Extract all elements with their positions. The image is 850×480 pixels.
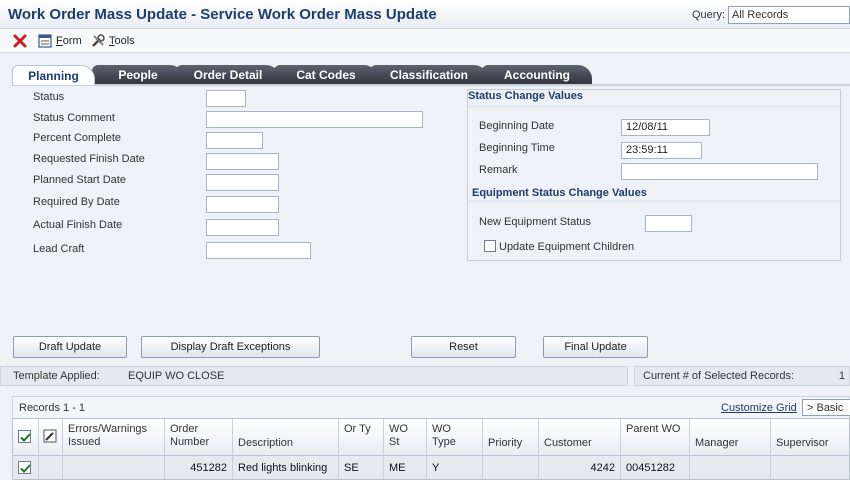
query-select[interactable]: All Records bbox=[728, 6, 850, 24]
lead-craft-label: Lead Craft bbox=[33, 243, 85, 255]
requested-finish-label: Requested Finish Date bbox=[33, 153, 145, 165]
cell-description[interactable]: Red lights blinking bbox=[233, 455, 339, 479]
close-icon bbox=[12, 33, 28, 49]
cell-order-number[interactable]: 451282 bbox=[165, 455, 233, 479]
row-select-checkbox[interactable] bbox=[18, 461, 31, 474]
selected-records-bar: Current # of Selected Records: 1 bbox=[634, 366, 850, 386]
form-menu-button[interactable]: Form bbox=[37, 33, 82, 49]
final-update-button[interactable]: Final Update bbox=[543, 336, 648, 358]
col-description[interactable]: Description bbox=[233, 419, 339, 455]
cell-wo-st[interactable]: ME bbox=[384, 455, 427, 479]
status-change-heading: Status Change Values bbox=[468, 90, 583, 102]
percent-complete-input[interactable] bbox=[206, 132, 263, 149]
results-grid: Errors/Warnings Issued Order Number Desc… bbox=[12, 418, 850, 480]
tools-icon bbox=[90, 33, 106, 49]
tab-bar: Planning People Order Detail Cat Codes C… bbox=[12, 65, 842, 85]
col-customer[interactable]: Customer bbox=[539, 419, 621, 455]
actual-finish-label: Actual Finish Date bbox=[33, 219, 123, 231]
draft-update-button[interactable]: Draft Update bbox=[13, 336, 127, 358]
title-bar: Work Order Mass Update - Service Work Or… bbox=[0, 0, 850, 29]
page-title: Work Order Mass Update - Service Work Or… bbox=[8, 6, 437, 23]
tab-order-detail[interactable]: Order Detail bbox=[176, 65, 280, 85]
update-children-label: Update Equipment Children bbox=[499, 241, 635, 253]
beginning-time-input[interactable]: 23:59:11 bbox=[621, 142, 702, 159]
col-parent-wo[interactable]: Parent WO bbox=[621, 419, 690, 455]
edit-icon bbox=[43, 429, 57, 447]
equipment-change-heading: Equipment Status Change Values bbox=[472, 187, 647, 199]
status-label: Status bbox=[33, 91, 65, 103]
toolbar: Form Tools bbox=[0, 29, 850, 53]
template-label: Template Applied: bbox=[13, 370, 100, 382]
beginning-date-label: Beginning Date bbox=[479, 120, 555, 132]
records-label: Records 1 - 1 bbox=[19, 402, 86, 414]
template-value: EQUIP WO CLOSE bbox=[128, 370, 225, 382]
beginning-time-label: Beginning Time bbox=[479, 142, 555, 154]
new-equipment-status-input[interactable] bbox=[645, 215, 692, 232]
cell-customer[interactable]: 4242 bbox=[539, 455, 621, 479]
cell-wo-type[interactable]: Y bbox=[427, 455, 483, 479]
lead-craft-input[interactable] bbox=[206, 242, 311, 259]
query-label: Query: bbox=[692, 9, 726, 21]
cell-manager[interactable] bbox=[690, 455, 771, 479]
col-wo-st[interactable]: WO St bbox=[384, 419, 427, 455]
tools-menu-button[interactable]: Tools bbox=[90, 33, 135, 49]
form-menu-label-u: F bbox=[56, 35, 63, 47]
selected-records-count: 1 bbox=[838, 370, 845, 382]
new-equipment-status-label: New Equipment Status bbox=[479, 216, 591, 228]
col-wo-type[interactable]: WO Type bbox=[427, 419, 483, 455]
grid-format-select[interactable]: > Basic bbox=[802, 399, 850, 416]
beginning-date-input[interactable]: 12/08/11 bbox=[621, 119, 710, 136]
required-by-label: Required By Date bbox=[33, 196, 120, 208]
remark-input[interactable] bbox=[621, 163, 818, 180]
remark-label: Remark bbox=[479, 164, 518, 176]
requested-finish-input[interactable] bbox=[206, 153, 279, 170]
col-supervisor[interactable]: Supervisor bbox=[771, 419, 849, 455]
planned-start-input[interactable] bbox=[206, 174, 279, 191]
status-comment-label: Status Comment bbox=[33, 112, 115, 124]
cell-priority[interactable] bbox=[483, 455, 539, 479]
equipment-change-band bbox=[468, 200, 840, 204]
status-input[interactable] bbox=[206, 90, 246, 107]
tab-classification[interactable]: Classification bbox=[370, 65, 488, 85]
form-icon bbox=[37, 33, 53, 49]
select-all-header[interactable] bbox=[13, 419, 39, 455]
table-row-select[interactable] bbox=[13, 455, 39, 479]
cell-supervisor[interactable] bbox=[771, 455, 849, 479]
planned-start-label: Planned Start Date bbox=[33, 174, 126, 186]
selected-records-label: Current # of Selected Records: bbox=[643, 370, 795, 382]
reset-button[interactable]: Reset bbox=[411, 336, 516, 358]
update-children-checkbox[interactable] bbox=[484, 240, 496, 252]
grid-header-bar: Records 1 - 1 Customize Grid > Basic bbox=[12, 396, 850, 418]
tab-people[interactable]: People bbox=[92, 65, 184, 85]
tab-cat-codes[interactable]: Cat Codes bbox=[274, 65, 378, 85]
customize-grid-link[interactable]: Customize Grid bbox=[721, 402, 797, 414]
required-by-input[interactable] bbox=[206, 196, 279, 213]
template-info-bar: Template Applied: EQUIP WO CLOSE bbox=[0, 366, 628, 386]
col-order-number[interactable]: Order Number bbox=[165, 419, 233, 455]
col-errors-warnings[interactable]: Errors/Warnings Issued bbox=[63, 419, 165, 455]
cell-parent-wo[interactable]: 00451282 bbox=[621, 455, 690, 479]
display-draft-exceptions-button[interactable]: Display Draft Exceptions bbox=[141, 336, 320, 358]
select-all-checkbox[interactable] bbox=[18, 430, 31, 443]
row-edit-header[interactable] bbox=[39, 419, 63, 455]
status-comment-input[interactable] bbox=[206, 111, 423, 128]
form-menu-label: orm bbox=[62, 35, 82, 47]
tab-accounting[interactable]: Accounting bbox=[482, 65, 592, 85]
col-or-ty[interactable]: Or Ty bbox=[339, 419, 384, 455]
percent-complete-label: Percent Complete bbox=[33, 132, 122, 144]
cell-or-ty[interactable]: SE bbox=[339, 455, 384, 479]
status-change-band bbox=[468, 105, 840, 109]
tab-planning[interactable]: Planning bbox=[12, 65, 95, 85]
tab-divider bbox=[12, 84, 850, 86]
col-priority[interactable]: Priority bbox=[483, 419, 539, 455]
cell-errors bbox=[63, 455, 165, 479]
table-row-edit-cell[interactable] bbox=[39, 455, 63, 479]
actual-finish-input[interactable] bbox=[206, 219, 279, 236]
close-button[interactable] bbox=[12, 33, 31, 49]
col-manager[interactable]: Manager bbox=[690, 419, 771, 455]
tools-menu-label: ools bbox=[114, 35, 135, 47]
